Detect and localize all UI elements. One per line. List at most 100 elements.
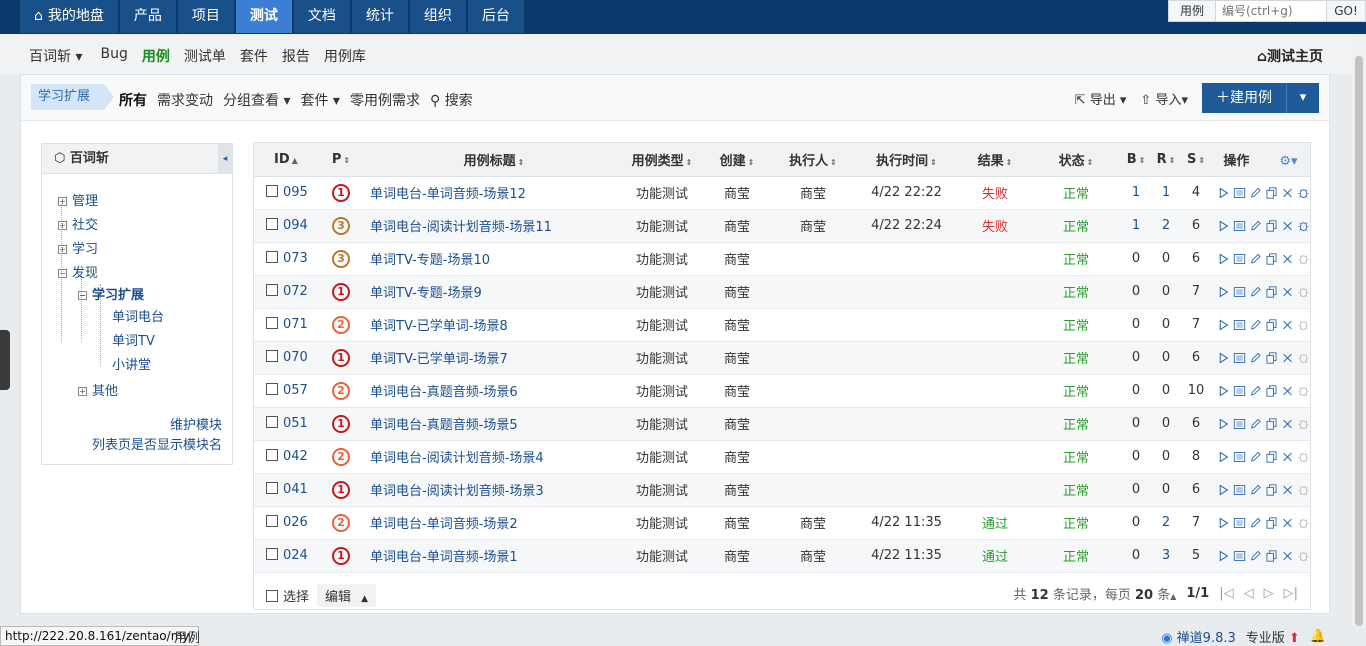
tree-node-social[interactable]: + 社交 [58, 214, 98, 233]
prev-page-icon[interactable]: ◁ [1244, 586, 1254, 601]
table-row[interactable]: 094 3 单词电台-阅读计划音频-场景11 功能测试 商莹 商莹 4/22 2… [254, 209, 1310, 243]
edit-icon[interactable] [1249, 315, 1262, 335]
col-header-11[interactable]: S ⇕ [1181, 143, 1211, 177]
edition-badge[interactable]: 专业版 ⬆ [1246, 627, 1300, 646]
case-id[interactable]: 071 [254, 308, 316, 342]
case-title[interactable]: 单词电台-阅读计划音频-场景11 [366, 209, 622, 243]
case-title[interactable]: 单词电台-真题音频-场景5 [366, 407, 622, 441]
edit-icon[interactable] [1249, 249, 1262, 269]
row-checkbox[interactable] [266, 383, 278, 395]
case-title[interactable]: 单词电台-单词音频-场景12 [366, 176, 622, 210]
copy-icon[interactable] [1265, 447, 1278, 467]
tree-node-study[interactable]: + 学习 [58, 238, 98, 257]
nav-tab-4[interactable]: 文档 [293, 0, 350, 33]
run-icon[interactable] [1217, 249, 1230, 269]
subnav-item-3[interactable]: 套件 [240, 46, 268, 66]
table-row[interactable]: 072 1 单词TV-专题-场景9 功能测试 商莹 正常 0 0 7 [254, 275, 1310, 309]
bug-icon[interactable] [1297, 447, 1310, 467]
case-id[interactable]: 026 [254, 506, 316, 540]
tree-node-manage[interactable]: + 管理 [58, 190, 98, 209]
delete-icon[interactable] [1281, 381, 1294, 401]
nav-tab-2[interactable]: 项目 [177, 0, 234, 33]
col-header-1[interactable]: P ⇕ [316, 143, 366, 177]
subnav-item-5[interactable]: 用例库 [324, 46, 366, 66]
nav-tab-0[interactable]: ⌂ 我的地盘 [20, 0, 118, 33]
copy-icon[interactable] [1265, 315, 1278, 335]
col-header-4[interactable]: 创建 ⇕ [702, 143, 772, 177]
case-id[interactable]: 042 [254, 440, 316, 474]
run-icon[interactable] [1217, 282, 1230, 302]
copy-icon[interactable] [1265, 348, 1278, 368]
case-title[interactable]: 单词TV-已学单词-场景8 [366, 308, 622, 342]
bug-icon[interactable] [1297, 414, 1310, 434]
case-title[interactable]: 单词电台-单词音频-场景2 [366, 506, 622, 540]
subnav-item-2[interactable]: 测试单 [184, 46, 226, 66]
run-icon[interactable] [1217, 414, 1230, 434]
delete-icon[interactable] [1281, 216, 1294, 236]
zentao-version[interactable]: ◉ 禅道9.8.3 [1161, 627, 1236, 646]
edit-icon[interactable] [1249, 513, 1262, 533]
delete-icon[interactable] [1281, 513, 1294, 533]
tree-node-other[interactable]: + 其他 [78, 380, 118, 399]
side-widget[interactable] [0, 330, 10, 390]
collapse-tree-button[interactable]: ◂ [218, 144, 232, 174]
results-icon[interactable] [1233, 480, 1246, 500]
edit-icon[interactable] [1249, 447, 1262, 467]
copy-icon[interactable] [1265, 546, 1278, 566]
edit-icon[interactable] [1249, 183, 1262, 203]
column-settings-icon[interactable]: ⚙▾ [1279, 154, 1297, 169]
results-icon[interactable] [1233, 513, 1246, 533]
results-icon[interactable] [1233, 216, 1246, 236]
case-id[interactable]: 041 [254, 473, 316, 507]
col-header-3[interactable]: 用例类型 ⇕ [622, 143, 702, 177]
edit-icon[interactable] [1249, 381, 1262, 401]
case-id[interactable]: 024 [254, 539, 316, 573]
edit-icon[interactable] [1249, 282, 1262, 302]
nav-tab-7[interactable]: 后台 [467, 0, 524, 33]
search-type-select[interactable]: 用例 [1169, 1, 1216, 21]
bug-icon[interactable] [1297, 315, 1310, 335]
copy-icon[interactable] [1265, 480, 1278, 500]
col-header-5[interactable]: 执行人 ⇕ [772, 143, 854, 177]
subnav-item-4[interactable]: 报告 [282, 46, 310, 66]
maintain-module-link[interactable]: 维护模块 [170, 414, 222, 433]
select-all-checkbox[interactable]: 选择 [266, 586, 309, 605]
edit-icon[interactable] [1249, 480, 1262, 500]
case-id[interactable]: 095 [254, 176, 316, 210]
delete-icon[interactable] [1281, 315, 1294, 335]
case-id[interactable]: 072 [254, 275, 316, 309]
tree-node-lecture[interactable]: 小讲堂 [112, 354, 151, 373]
results-icon[interactable] [1233, 348, 1246, 368]
table-row[interactable]: 095 1 单词电台-单词音频-场景12 功能测试 商莹 商莹 4/22 22:… [254, 176, 1310, 210]
bug-icon[interactable] [1297, 546, 1310, 566]
tree-node-study-ext[interactable]: − 学习扩展 [78, 284, 144, 303]
results-icon[interactable] [1233, 183, 1246, 203]
bug-icon[interactable] [1297, 249, 1310, 269]
copy-icon[interactable] [1265, 381, 1278, 401]
case-id[interactable]: 051 [254, 407, 316, 441]
filter-link-4[interactable]: 零用例需求 [350, 90, 420, 110]
delete-icon[interactable] [1281, 447, 1294, 467]
delete-icon[interactable] [1281, 414, 1294, 434]
delete-icon[interactable] [1281, 480, 1294, 500]
row-checkbox[interactable] [266, 416, 278, 428]
run-icon[interactable] [1217, 480, 1230, 500]
bell-icon[interactable]: 🔔 [1310, 629, 1326, 644]
bug-icon[interactable] [1297, 381, 1310, 401]
table-row[interactable]: 024 1 单词电台-单词音频-场景1 功能测试 商莹 商莹 4/22 11:3… [254, 539, 1310, 573]
tree-node-word-tv[interactable]: 单词TV [112, 330, 155, 349]
next-page-icon[interactable]: ▷ [1264, 586, 1274, 601]
col-header-10[interactable]: R ⇕ [1151, 143, 1181, 177]
filter-link-2[interactable]: 分组查看 ▾ [223, 90, 290, 110]
row-checkbox[interactable] [266, 185, 278, 197]
results-icon[interactable] [1233, 546, 1246, 566]
import-button[interactable]: ⇧ 导入▾ [1140, 89, 1188, 108]
bug-icon[interactable] [1297, 282, 1310, 302]
product-switcher[interactable]: 百词斩 ▾ [29, 46, 82, 66]
table-row[interactable]: 051 1 单词电台-真题音频-场景5 功能测试 商莹 正常 0 0 6 [254, 407, 1310, 441]
results-icon[interactable] [1233, 282, 1246, 302]
filter-link-5[interactable]: ⚲ 搜索 [430, 90, 473, 110]
test-home-link[interactable]: ⌂测试主页 [1257, 46, 1323, 66]
col-header-8[interactable]: 状态 ⇕ [1031, 143, 1121, 177]
last-page-icon[interactable]: ▷| [1284, 586, 1298, 601]
